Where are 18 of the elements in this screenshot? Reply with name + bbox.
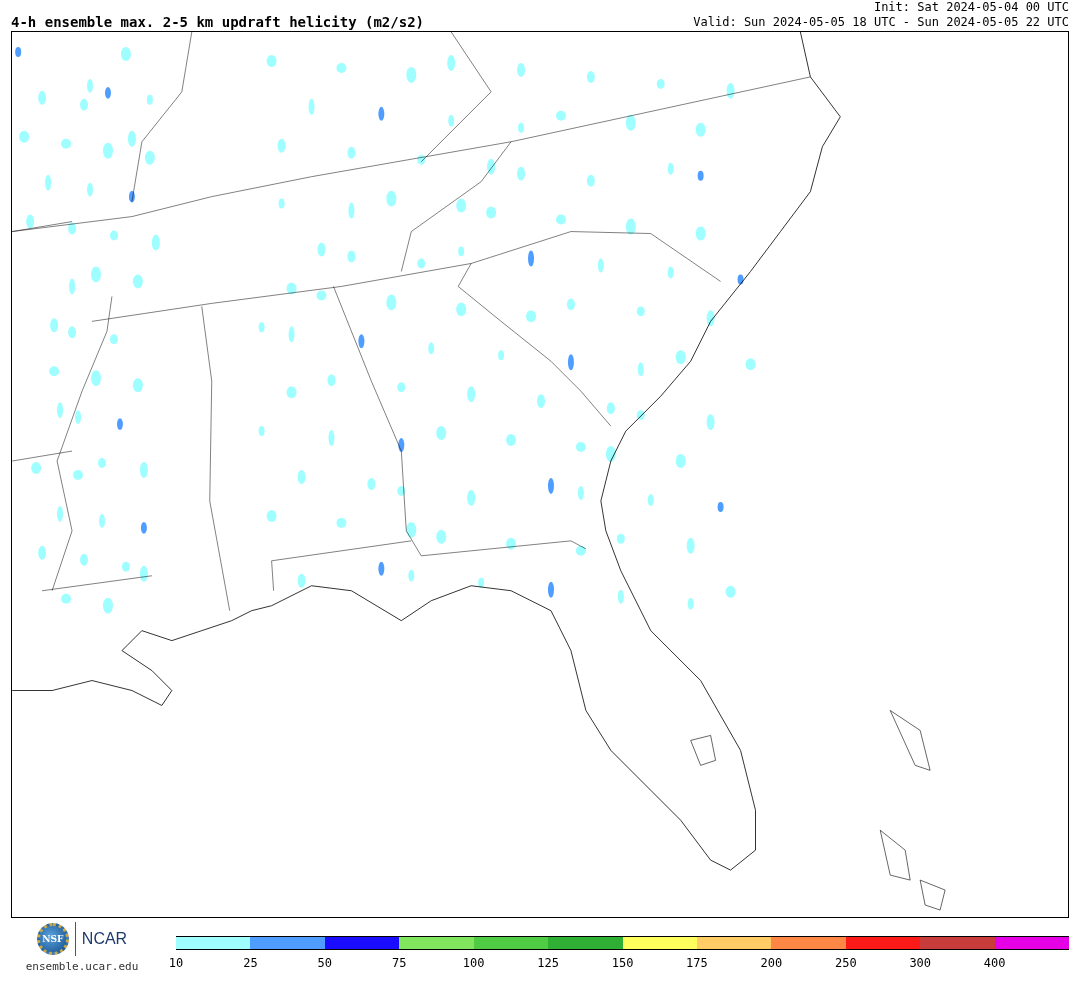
tick-label: 400: [983, 956, 1006, 970]
tick-label: 200: [760, 956, 783, 970]
tick-label: 10: [168, 956, 184, 970]
valid-time: Valid: Sun 2024-05-05 18 UTC - Sun 2024-05-05 22 UTC: [693, 15, 1069, 30]
tick-label: 75: [392, 956, 407, 970]
globe-logo: NSF: [36, 923, 69, 955]
tick-label: 100: [462, 956, 485, 970]
tick-label: 25: [243, 956, 258, 970]
site-url: ensemble.ucar.edu: [25, 960, 139, 973]
tick-label: 250: [834, 956, 857, 970]
tick-label: 50: [317, 956, 333, 970]
map-title: 4-h ensemble max. 2-5 km updraft helicity (m2/s2): [11, 14, 424, 30]
tick-label: 300: [909, 956, 932, 970]
tick-label: 125: [537, 956, 559, 970]
tick-label: 150: [611, 956, 634, 970]
ncar-logo: NCAR: [81, 930, 128, 948]
tick-label: 175: [686, 956, 708, 970]
init-time: Init: Sat 2024-05-04 00 UTC: [873, 0, 1069, 15]
